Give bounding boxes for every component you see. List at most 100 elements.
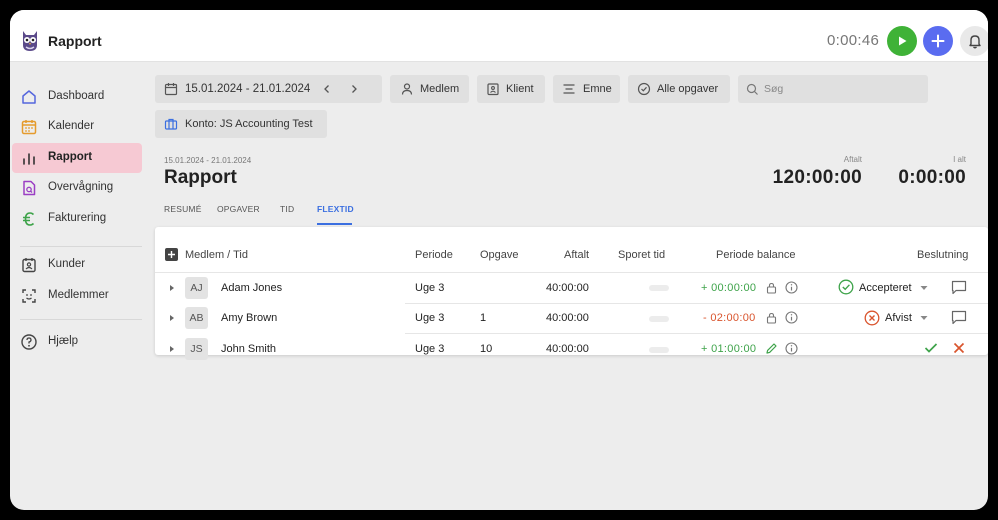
timer-display: 0:00:46 (827, 32, 880, 49)
caret-down-icon[interactable] (920, 285, 928, 291)
member-name: Adam Jones (221, 282, 283, 294)
column-header-tracked[interactable]: Sporet tid (618, 249, 665, 261)
contact-card-icon (487, 83, 499, 96)
reject-circle-icon (864, 310, 880, 326)
column-header-agreed[interactable]: Aftalt (564, 249, 589, 261)
decision-status[interactable]: Afvist (885, 312, 912, 324)
sidebar-item-kalender[interactable]: Kalender (12, 112, 142, 142)
plus-icon (931, 34, 945, 48)
member-name: Amy Brown (221, 312, 278, 324)
sidebar-item-medlemmer[interactable]: Medlemmer (12, 281, 142, 311)
flextime-table: Medlem / Tid Periode Opgave Aftalt Spore… (155, 227, 988, 360)
briefcase-icon (164, 118, 178, 130)
client-filter-label: Klient (506, 83, 534, 95)
sidebar-item-label: Dashboard (48, 90, 105, 102)
expand-row-icon[interactable] (170, 346, 174, 352)
sidebar-item-kunder[interactable]: Kunder (12, 250, 142, 280)
tab-tid[interactable]: TID (280, 204, 294, 214)
bar-chart-icon (23, 153, 35, 165)
tasks-filter[interactable]: Alle opgaver (628, 75, 730, 103)
avatar: JS (185, 338, 208, 360)
expand-row-icon[interactable] (170, 285, 174, 291)
balance-cell: + 01:00:00 (701, 343, 757, 355)
bell-icon (969, 35, 981, 49)
column-header-decision[interactable]: Beslutning (917, 249, 968, 261)
contact-card-icon (22, 258, 36, 273)
grand-total: 0:00:00 (898, 167, 966, 188)
add-entry-button[interactable] (923, 26, 953, 56)
subject-icon (563, 84, 575, 94)
members-icon (22, 289, 36, 303)
task-cell: 10 (480, 343, 493, 355)
column-header-member[interactable]: Medlem / Tid (185, 249, 248, 261)
active-tab-indicator (317, 223, 352, 225)
tasks-filter-label: Alle opgaver (657, 83, 719, 95)
report-range-caption: 15.01.2024 - 21.01.2024 (164, 156, 252, 165)
sidebar-item-label: Kunder (48, 258, 86, 270)
help-icon (21, 334, 37, 350)
column-header-task[interactable]: Opgave (480, 249, 519, 261)
search-placeholder: Søg (764, 83, 784, 95)
app-window: Rapport 0:00:46 Dashboard Kalender Rappo… (10, 10, 988, 510)
tab-opgaver[interactable]: OPGAVER (217, 204, 260, 214)
sidebar-divider (20, 246, 142, 247)
sidebar-item-label: Hjælp (48, 335, 79, 347)
comment-icon[interactable] (951, 280, 967, 295)
plus-icon (168, 251, 175, 258)
column-header-period[interactable]: Periode (415, 249, 453, 261)
app-title: Rapport (48, 33, 102, 49)
check-circle-icon (838, 279, 854, 295)
tab-flextid[interactable]: FLEXTID (317, 204, 354, 214)
sidebar: Dashboard Kalender Rapport Overvågning F… (10, 62, 152, 510)
start-timer-button[interactable] (887, 26, 917, 56)
tab-resume[interactable]: RESUMÉ (164, 204, 202, 214)
add-row-button[interactable] (165, 248, 178, 261)
chevron-right-icon[interactable] (349, 84, 359, 94)
date-range-label: 15.01.2024 - 21.01.2024 (185, 83, 311, 95)
sidebar-item-dashboard[interactable]: Dashboard (12, 82, 142, 112)
account-filter-label: Konto: JS Accounting Test (185, 118, 313, 130)
member-filter[interactable]: Medlem (390, 75, 469, 103)
tracked-time-placeholder (649, 285, 669, 291)
pencil-icon[interactable] (765, 342, 778, 355)
tracked-time-placeholder (649, 316, 669, 322)
decision-status[interactable]: Accepteret (859, 282, 912, 294)
subject-filter-label: Emne (583, 83, 612, 95)
chevron-left-icon[interactable] (322, 84, 332, 94)
play-icon (899, 36, 907, 46)
expand-row-icon[interactable] (170, 315, 174, 321)
balance-cell: + 00:00:00 (701, 282, 757, 294)
sidebar-item-overvagning[interactable]: Overvågning (12, 173, 142, 203)
balance-cell: - 02:00:00 (703, 312, 756, 324)
calendar-icon (21, 120, 37, 135)
search-input[interactable]: Søg (738, 75, 928, 103)
task-cell: 1 (480, 312, 487, 324)
sidebar-item-label: Overvågning (48, 181, 114, 193)
owl-logo-icon (23, 31, 37, 51)
date-range-picker[interactable]: 15.01.2024 - 21.01.2024 (155, 75, 382, 103)
tracked-time-placeholder (649, 347, 669, 353)
client-filter[interactable]: Klient (477, 75, 545, 103)
notifications-button[interactable] (960, 26, 988, 56)
account-filter[interactable]: Konto: JS Accounting Test (155, 110, 327, 138)
home-icon (22, 90, 36, 104)
comment-icon[interactable] (951, 310, 967, 325)
sidebar-item-fakturering[interactable]: Fakturering (12, 204, 142, 234)
caret-down-icon[interactable] (920, 315, 928, 321)
row-divider (405, 303, 988, 304)
sidebar-item-hjaelp[interactable]: Hjælp (12, 327, 142, 357)
sidebar-item-label: Kalender (48, 120, 95, 132)
page-title: Rapport (164, 167, 237, 188)
sidebar-item-rapport[interactable]: Rapport (12, 143, 142, 173)
info-icon[interactable] (785, 311, 798, 324)
approve-check-icon[interactable] (924, 342, 938, 354)
subject-filter[interactable]: Emne (553, 75, 620, 103)
sidebar-item-label: Rapport (48, 151, 93, 163)
agreed-cell: 40:00:00 (546, 282, 589, 294)
euro-icon (23, 212, 35, 226)
info-icon[interactable] (785, 342, 798, 355)
monitoring-icon (23, 180, 36, 196)
column-header-balance[interactable]: Periode balance (716, 249, 796, 261)
reject-x-icon[interactable] (953, 342, 965, 354)
info-icon[interactable] (785, 281, 798, 294)
